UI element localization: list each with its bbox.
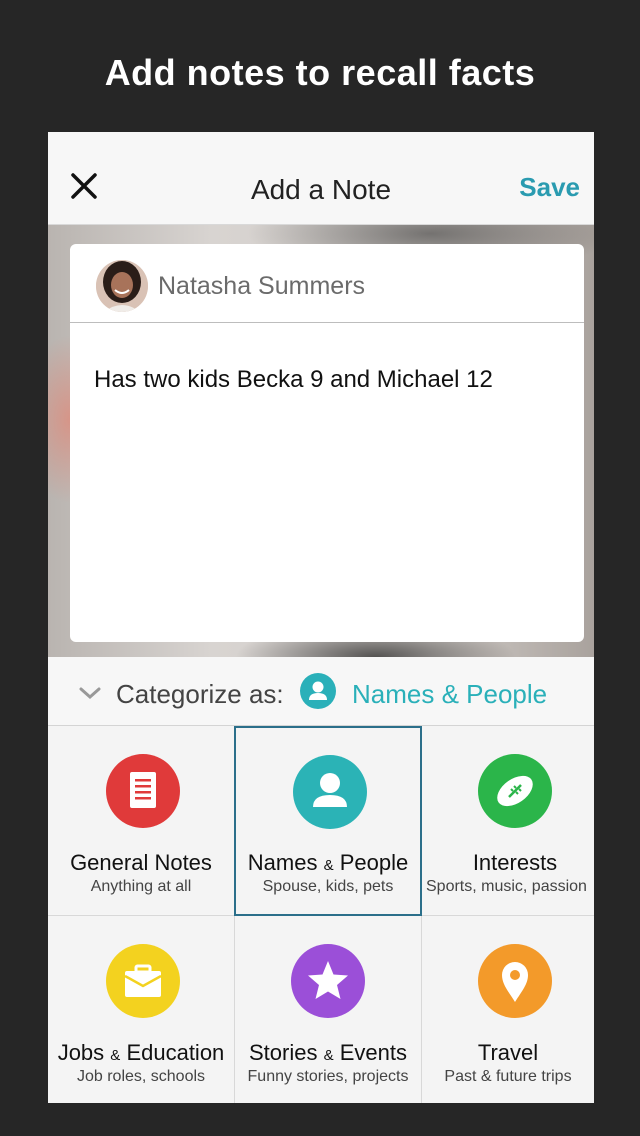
chevron-down-icon[interactable] xyxy=(78,681,102,705)
selected-category[interactable]: Names & People xyxy=(352,679,547,710)
category-names-people[interactable]: Names & People Spouse, kids, pets xyxy=(234,726,422,916)
navigation-bar: Add a Note Save xyxy=(48,132,594,225)
contact-row[interactable]: Natasha Summers xyxy=(70,244,584,323)
save-button[interactable]: Save xyxy=(519,172,580,203)
note-text-area[interactable]: Has two kids Becka 9 and Michael 12 xyxy=(94,366,493,394)
category-travel[interactable]: Travel Past & future trips xyxy=(422,916,594,1103)
nav-title: Add a Note xyxy=(250,174,392,205)
category-title: Jobs & Education xyxy=(57,1040,225,1065)
category-title: Travel xyxy=(477,1040,539,1065)
category-subtitle: Anything at all xyxy=(90,878,192,895)
contact-name: Natasha Summers xyxy=(158,272,366,300)
category-interests[interactable]: Interests Sports, music, passion xyxy=(422,726,594,914)
category-title: Interests xyxy=(472,850,558,875)
category-subtitle: Past & future trips xyxy=(444,1068,572,1085)
star-icon xyxy=(291,944,365,1018)
category-general-notes[interactable]: General Notes Anything at all xyxy=(48,726,234,914)
category-stories-events[interactable]: Stories & Events Funny stories, projects xyxy=(235,916,421,1103)
category-title: Names & People xyxy=(247,850,409,875)
person-icon xyxy=(293,755,367,829)
category-subtitle: Spouse, kids, pets xyxy=(262,878,394,895)
document-icon xyxy=(106,754,180,828)
category-subtitle: Sports, music, passion xyxy=(426,878,587,895)
avatar xyxy=(96,260,148,312)
app-screen: Add a Note Save Natasha Summers Has two … xyxy=(48,132,594,1103)
category-subtitle: Job roles, schools xyxy=(76,1068,206,1085)
person-icon xyxy=(300,673,336,709)
category-subtitle: Funny stories, projects xyxy=(247,1068,409,1085)
football-icon xyxy=(478,754,552,828)
headline: Add notes to recall facts xyxy=(104,52,536,93)
category-jobs-education[interactable]: Jobs & Education Job roles, schools xyxy=(48,916,234,1103)
briefcase-icon xyxy=(106,944,180,1018)
categorize-bar[interactable]: Categorize as: Names & People xyxy=(48,657,594,726)
location-pin-icon xyxy=(478,944,552,1018)
category-grid: General Notes Anything at all Names & Pe… xyxy=(48,726,594,1103)
contact-photo-background: Natasha Summers Has two kids Becka 9 and… xyxy=(48,225,594,657)
categorize-label: Categorize as: xyxy=(116,679,284,709)
category-title: Stories & Events xyxy=(248,1040,407,1065)
category-title: General Notes xyxy=(70,850,212,875)
note-card: Natasha Summers Has two kids Becka 9 and… xyxy=(70,244,584,642)
